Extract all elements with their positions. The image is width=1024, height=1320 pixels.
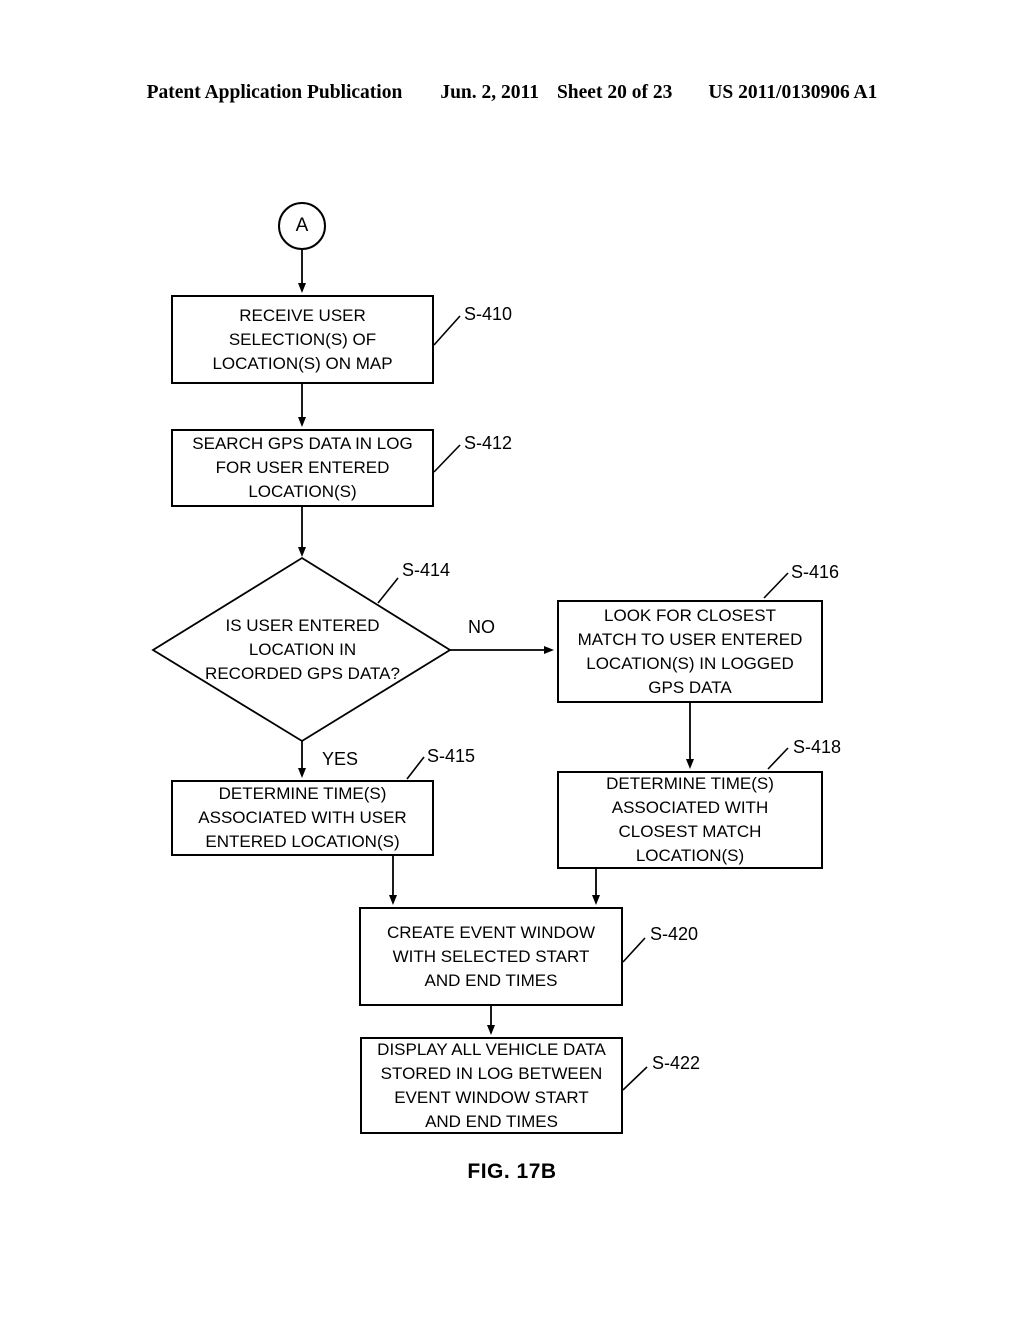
node-box-s415 — [171, 780, 434, 856]
leader-line-s412 — [433, 444, 461, 473]
branch-label-yes: YES — [322, 749, 359, 769]
leader-line-s410 — [433, 315, 461, 346]
node-box-s410 — [171, 295, 434, 384]
flowchart-graphics — [151, 202, 823, 1134]
ref-label-s414: S-414 — [402, 560, 451, 580]
patent-figure-page: Patent Application Publication Jun. 2, 2… — [0, 0, 1024, 1320]
node-diamond-s414 — [151, 556, 452, 743]
flowchart: A RECEIVE USER SELECTION(S) OF LOCATION(… — [0, 0, 1024, 1320]
ref-label-s418: S-418 — [793, 737, 842, 757]
ref-label-s415: S-415 — [427, 746, 476, 766]
figure-caption: FIG. 17B — [467, 1160, 557, 1183]
node-box-s422 — [360, 1037, 623, 1134]
ref-label-s422: S-422 — [652, 1053, 701, 1073]
ref-label-s412: S-412 — [464, 433, 513, 453]
leader-line-s414 — [377, 577, 399, 604]
leader-line-s415 — [406, 756, 425, 780]
node-box-s418 — [557, 771, 823, 869]
connector-a-label: A — [295, 215, 309, 236]
leader-line-s422 — [622, 1066, 648, 1091]
node-box-s412 — [171, 429, 434, 507]
ref-label-s410: S-410 — [464, 304, 513, 324]
leader-line-s416 — [763, 572, 789, 599]
node-box-s416 — [557, 600, 823, 703]
leader-line-s420 — [622, 937, 646, 963]
branch-label-no: NO — [468, 617, 495, 637]
ref-label-s420: S-420 — [650, 924, 699, 944]
node-box-s420 — [359, 907, 623, 1006]
ref-label-s416: S-416 — [791, 562, 840, 582]
leader-line-s418 — [767, 747, 789, 770]
